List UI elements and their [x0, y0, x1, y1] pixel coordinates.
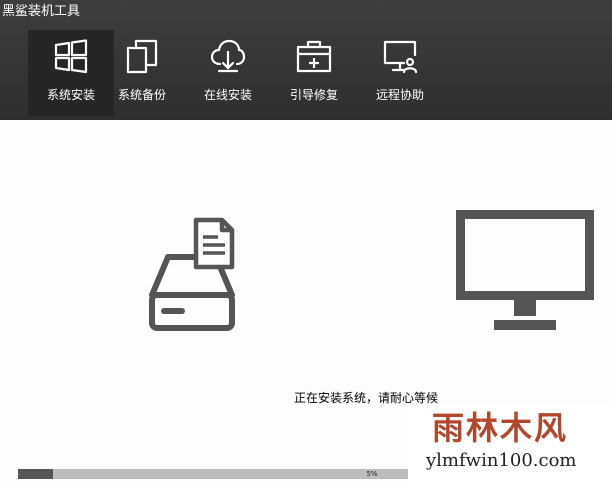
main-nav: 系统安装 系统备份 在线安装 引导修复 远程协助 — [0, 30, 612, 116]
app-title: 黑鲨装机工具 — [2, 4, 81, 19]
hard-drive-file-icon — [149, 217, 235, 331]
title-bar: 黑鲨装机工具 系统安装 系统备份 在线安装 引导修复 远程协助 — [0, 0, 612, 120]
nav-item-boot-repair[interactable]: 引导修复 — [271, 30, 357, 116]
nav-item-online-install[interactable]: 在线安装 — [185, 30, 271, 116]
status-message: 正在安装系统，请耐心等候 — [294, 391, 439, 405]
watermark-url: ylmfwin100.com — [426, 450, 577, 471]
nav-label: 在线安装 — [203, 88, 252, 102]
nav-label: 系统备份 — [117, 88, 166, 102]
nav-item-system-backup[interactable]: 系统备份 — [99, 30, 185, 116]
toolbox-icon — [296, 40, 332, 73]
monitor-icon — [456, 210, 594, 330]
nav-label: 引导修复 — [289, 88, 338, 102]
progress-bar: 5% — [18, 469, 408, 479]
watermark-cn: 雨林木风 — [432, 409, 569, 447]
remote-monitor-icon — [383, 40, 418, 74]
cloud-download-icon — [210, 39, 246, 73]
nav-label: 远程协助 — [375, 88, 424, 102]
watermark: 雨林木风 ylmfwin100.com — [408, 404, 612, 487]
copy-icon — [126, 39, 158, 74]
windows-icon — [54, 39, 88, 74]
nav-item-remote-assist[interactable]: 远程协助 — [357, 30, 443, 116]
